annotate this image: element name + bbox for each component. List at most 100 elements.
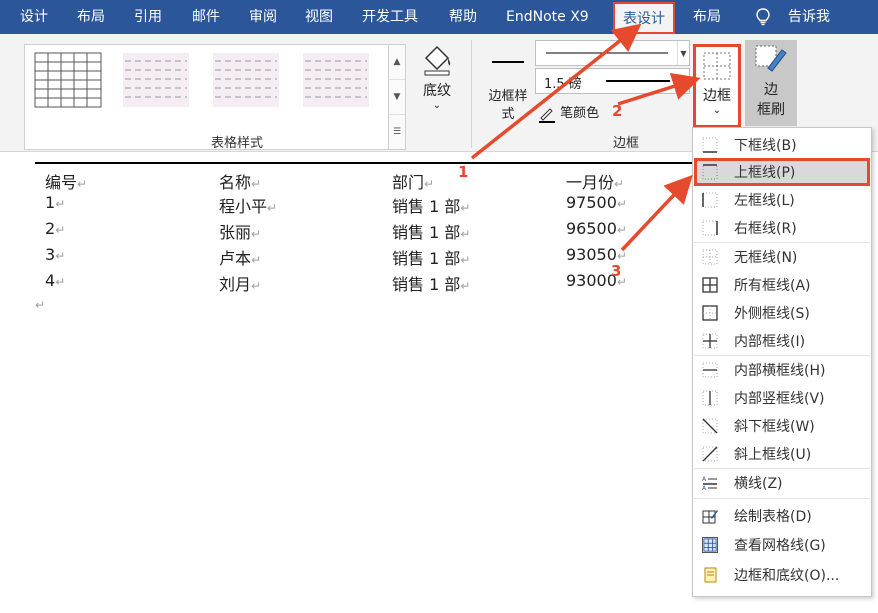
borders-icon (703, 52, 731, 80)
menu-item-outside-borders[interactable]: 外侧框线(S) (694, 299, 870, 327)
table-styles-group-label: 表格样式 (211, 136, 264, 151)
horizontal-line-icon: AA (702, 476, 717, 491)
table-style-grid-thumb[interactable] (33, 51, 103, 109)
menu-item-diagonal-up[interactable]: 斜上框线(U) (694, 440, 870, 468)
menu-item-all-borders[interactable]: 所有框线(A) (694, 271, 870, 299)
table-cell: 刘月↵ (219, 275, 262, 294)
table-cell: 2↵ (45, 219, 66, 238)
tab-references[interactable]: 引用 (134, 0, 162, 34)
pen-icon (539, 107, 555, 123)
menu-item-no-border[interactable]: 无框线(N) (694, 243, 870, 271)
tab-help[interactable]: 帮助 (449, 0, 477, 34)
gallery-up-icon[interactable]: ▲ (389, 45, 405, 80)
menu-item-horizontal-line[interactable]: AA 横线(Z) (694, 469, 870, 497)
outside-borders-icon (702, 305, 718, 321)
borders-shading-icon (704, 567, 717, 583)
table-cell: 1↵ (45, 193, 66, 212)
pen-weight-dropdown[interactable]: 1.5 磅 (535, 68, 690, 94)
menu-item-draw-table[interactable]: 绘制表格(D) (694, 502, 870, 530)
no-border-icon (702, 249, 718, 265)
draw-table-icon (702, 510, 718, 524)
table-cell: 程小平↵ (219, 197, 278, 216)
shading-label: 底纹 (423, 83, 451, 99)
view-gridlines-icon (702, 537, 718, 553)
pen-style-label-1: 边框样 (488, 89, 528, 104)
table-cell: 销售 1 部↵ (392, 249, 471, 268)
line-style-dropdown[interactable]: ▼ (535, 40, 690, 66)
gallery-scroll[interactable]: ▲ ▼ ☰ (388, 44, 406, 150)
table-style-pink-thumb[interactable] (301, 51, 371, 109)
borders-button-label: 边框 (703, 88, 731, 104)
table-style-plain-thumb[interactable] (121, 51, 191, 109)
pen-style-button[interactable]: 边框样 式 (482, 42, 534, 124)
table-cell: 3↵ (45, 245, 66, 264)
group-divider (471, 40, 472, 148)
tab-layout[interactable]: 布局 (77, 0, 105, 34)
borders-button[interactable]: 边框 ⌄ (693, 44, 741, 128)
inside-borders-icon (702, 333, 718, 349)
table-cell: 4↵ (45, 271, 66, 290)
inside-vertical-border-icon (702, 390, 718, 406)
tab-table-layout[interactable]: 布局 (693, 0, 721, 34)
callout-3: 3 (611, 262, 622, 280)
dropdown-arrow-icon: ▼ (677, 41, 689, 65)
table-cell: 张丽↵ (219, 223, 262, 242)
paragraph-mark: ↵ (35, 298, 46, 312)
shading-button[interactable]: 底纹 ⌄ (412, 42, 462, 122)
tab-table-design[interactable]: 表设计 (613, 2, 675, 34)
menu-item-view-gridlines[interactable]: 查看网格线(G) (694, 531, 870, 559)
table-cell: 销售 1 部↵ (392, 275, 471, 294)
lightbulb-icon (756, 8, 770, 26)
pen-color-button[interactable]: 笔颜色 (538, 102, 599, 123)
callout-2: 2 (612, 102, 623, 120)
table-cell: 卢本↵ (219, 249, 262, 268)
table-cell: 销售 1 部↵ (392, 197, 471, 216)
menu-divider (694, 498, 870, 499)
gallery-more-icon[interactable]: ☰ (389, 115, 405, 150)
tab-view[interactable]: 视图 (305, 0, 333, 34)
tab-endnote[interactable]: EndNote X9 (506, 0, 589, 34)
pen-color-label: 笔颜色 (560, 106, 600, 121)
tab-review[interactable]: 审阅 (249, 0, 277, 34)
table-cell: 销售 1 部↵ (392, 223, 471, 242)
tell-me-search[interactable]: 告诉我 (788, 0, 830, 34)
ribbon-tab-bar: 设计 布局 引用 邮件 审阅 视图 开发工具 帮助 EndNote X9 表设计… (0, 0, 878, 34)
menu-item-inside-borders[interactable]: 内部框线(I) (694, 327, 870, 355)
left-border-icon (702, 192, 718, 208)
border-painter-button[interactable]: 边 框刷 (745, 40, 797, 126)
pen-weight-value: 1.5 磅 (544, 77, 582, 92)
border-painter-label-2: 框刷 (757, 102, 785, 118)
inside-horizontal-border-icon (702, 362, 718, 378)
menu-item-top-border[interactable]: 上框线(P) (694, 158, 870, 186)
pen-style-label-2: 式 (501, 107, 515, 122)
tab-developer[interactable]: 开发工具 (362, 0, 418, 34)
table-top-border (35, 162, 695, 164)
borders-chevron-icon[interactable]: ⌄ (696, 105, 738, 117)
menu-item-inside-vertical[interactable]: 内部竖框线(V) (694, 384, 870, 412)
menu-item-borders-shading[interactable]: 边框和底纹(O)... (694, 561, 870, 589)
border-painter-icon (755, 45, 787, 72)
tab-mailings[interactable]: 邮件 (192, 0, 220, 34)
svg-text:A: A (702, 476, 707, 483)
diagonal-up-border-icon (702, 446, 718, 462)
table-cell: 97500↵ (566, 193, 627, 212)
header-name: 名称↵ (219, 173, 262, 192)
diagonal-down-border-icon (702, 418, 718, 434)
chevron-down-icon: ⌄ (432, 100, 442, 111)
menu-item-diagonal-down[interactable]: 斜下框线(W) (694, 412, 870, 440)
table-style-light-thumb[interactable] (211, 51, 281, 109)
menu-item-right-border[interactable]: 右框线(R) (694, 214, 870, 242)
callout-1: 1 (458, 163, 469, 181)
table-cell: 96500↵ (566, 219, 627, 238)
menu-item-left-border[interactable]: 左框线(L) (694, 186, 870, 214)
menu-item-inside-horizontal[interactable]: 内部横框线(H) (694, 356, 870, 384)
header-dept: 部门↵ (392, 173, 435, 192)
bottom-border-icon (702, 137, 718, 153)
border-painter-label-1: 边 (764, 82, 778, 98)
line-sample-icon (546, 52, 668, 54)
gallery-down-icon[interactable]: ▼ (389, 80, 405, 115)
tab-design[interactable]: 设计 (20, 0, 48, 34)
right-border-icon (702, 220, 718, 236)
menu-item-bottom-border[interactable]: 下框线(B) (694, 131, 870, 159)
header-january: 一月份↵ (566, 173, 625, 192)
